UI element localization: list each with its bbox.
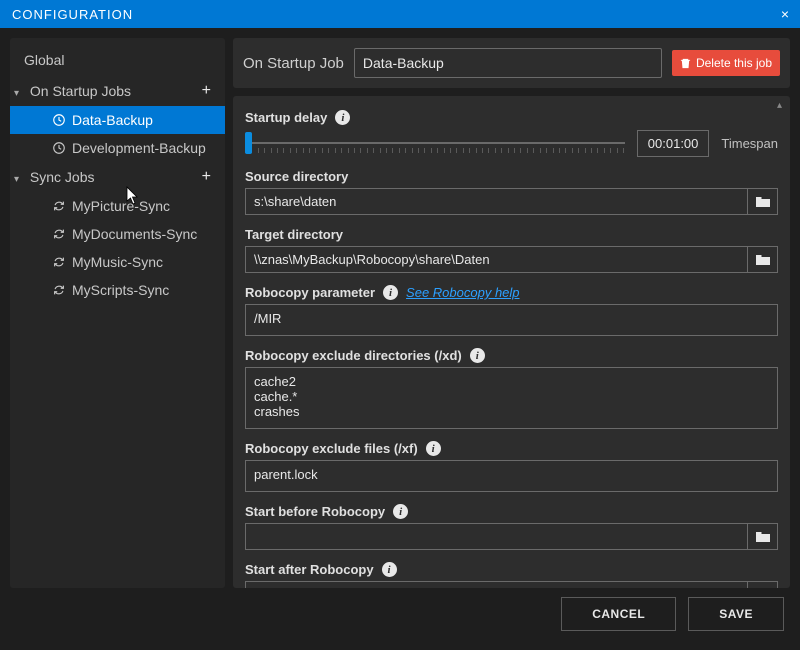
- add-startup-job-button[interactable]: +: [198, 82, 215, 100]
- source-directory-label: Source directory: [245, 169, 778, 184]
- info-icon[interactable]: i: [393, 504, 408, 519]
- delete-job-label: Delete this job: [696, 56, 772, 70]
- tree-item-mypicture-sync[interactable]: MyPicture-Sync: [10, 192, 225, 220]
- source-directory-input[interactable]: [246, 189, 747, 214]
- collapse-up-icon[interactable]: ▴: [777, 100, 782, 111]
- title-bar: CONFIGURATION ×: [0, 0, 800, 28]
- caret-icon: ▾: [14, 174, 22, 185]
- trash-icon: [680, 58, 691, 69]
- job-header-label: On Startup Job: [243, 55, 344, 72]
- clock-icon: [52, 113, 66, 127]
- job-header: On Startup Job Delete this job: [233, 38, 790, 88]
- tree-item-label: Data-Backup: [72, 112, 153, 128]
- exclude-files-input[interactable]: parent.lock: [245, 460, 778, 492]
- info-icon[interactable]: i: [383, 285, 398, 300]
- info-icon[interactable]: i: [426, 441, 441, 456]
- startup-delay-slider[interactable]: [245, 129, 625, 157]
- tree-item-data-backup[interactable]: Data-Backup: [10, 106, 225, 134]
- folder-icon: [756, 196, 770, 208]
- save-button[interactable]: SAVE: [688, 597, 784, 631]
- sidebar: Global ▾ On Startup Jobs + Data-Backup D…: [10, 38, 225, 588]
- delete-job-button[interactable]: Delete this job: [672, 50, 780, 76]
- tree-item-label: MyDocuments-Sync: [72, 226, 197, 242]
- folder-icon: [756, 254, 770, 266]
- close-icon[interactable]: ×: [781, 6, 790, 22]
- job-name-input[interactable]: [354, 48, 662, 78]
- tree-item-mydocuments-sync[interactable]: MyDocuments-Sync: [10, 220, 225, 248]
- window-title: CONFIGURATION: [12, 7, 133, 22]
- timespan-label: Timespan: [721, 136, 778, 151]
- robocopy-help-link[interactable]: See Robocopy help: [406, 285, 519, 300]
- tree-item-development-backup[interactable]: Development-Backup: [10, 134, 225, 162]
- tree-item-label: Development-Backup: [72, 140, 206, 156]
- info-icon[interactable]: i: [470, 348, 485, 363]
- browse-before-button[interactable]: [747, 524, 777, 549]
- target-directory-label: Target directory: [245, 227, 778, 242]
- browse-target-button[interactable]: [747, 247, 777, 272]
- dialog-footer: CANCEL SAVE: [0, 588, 800, 640]
- target-directory-input[interactable]: [246, 247, 747, 272]
- info-icon[interactable]: i: [335, 110, 350, 125]
- info-icon[interactable]: i: [382, 562, 397, 577]
- tree-item-label: MyMusic-Sync: [72, 254, 163, 270]
- folder-icon: [756, 531, 770, 543]
- sync-icon: [52, 227, 66, 241]
- exclude-dirs-input[interactable]: cache2 cache.* crashes: [245, 367, 778, 429]
- browse-source-button[interactable]: [747, 189, 777, 214]
- robocopy-param-label: Robocopy parameter i See Robocopy help: [245, 285, 778, 300]
- sync-icon: [52, 255, 66, 269]
- sync-icon: [52, 283, 66, 297]
- exclude-dirs-label: Robocopy exclude directories (/xd) i: [245, 348, 778, 363]
- tree-item-mymusic-sync[interactable]: MyMusic-Sync: [10, 248, 225, 276]
- robocopy-param-input[interactable]: /MIR: [245, 304, 778, 336]
- slider-thumb[interactable]: [245, 132, 252, 154]
- clock-icon: [52, 141, 66, 155]
- tree-root-global[interactable]: Global: [10, 48, 225, 76]
- section-sync-jobs[interactable]: ▾ Sync Jobs +: [10, 162, 225, 192]
- startup-delay-label: Startup delay i: [245, 110, 778, 125]
- main-panel: On Startup Job Delete this job ▴ Startup…: [233, 38, 790, 588]
- cancel-button[interactable]: CANCEL: [561, 597, 676, 631]
- section-label: Sync Jobs: [30, 169, 95, 185]
- start-before-label: Start before Robocopy i: [245, 504, 778, 519]
- start-after-label: Start after Robocopy i: [245, 562, 778, 577]
- browse-after-button[interactable]: [747, 582, 777, 588]
- start-after-input[interactable]: [246, 582, 747, 588]
- section-startup-jobs[interactable]: ▾ On Startup Jobs +: [10, 76, 225, 106]
- tree-item-label: MyPicture-Sync: [72, 198, 170, 214]
- add-sync-job-button[interactable]: +: [198, 168, 215, 186]
- sync-icon: [52, 199, 66, 213]
- section-label: On Startup Jobs: [30, 83, 131, 99]
- start-before-input[interactable]: [246, 524, 747, 549]
- tree-item-myscripts-sync[interactable]: MyScripts-Sync: [10, 276, 225, 304]
- caret-icon: ▾: [14, 88, 22, 99]
- timespan-value-box[interactable]: 00:01:00: [637, 130, 710, 157]
- tree-item-label: MyScripts-Sync: [72, 282, 169, 298]
- exclude-files-label: Robocopy exclude files (/xf) i: [245, 441, 778, 456]
- form-panel: ▴ Startup delay i: [233, 96, 790, 588]
